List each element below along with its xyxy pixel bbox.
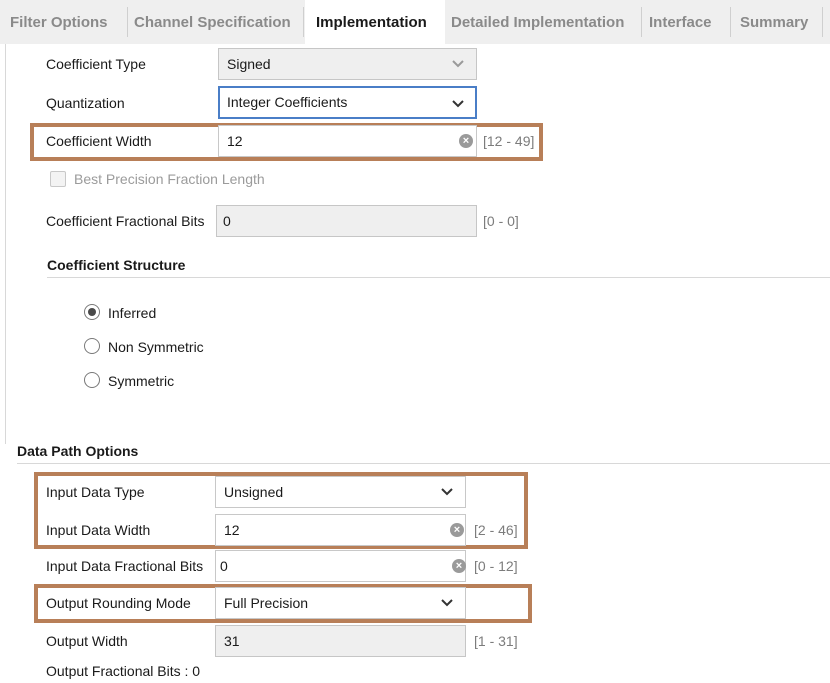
- coefficient-width-value: 12: [227, 133, 243, 149]
- input-data-type-label: Input Data Type: [46, 484, 145, 500]
- tab-divider: [822, 7, 823, 37]
- coefficient-width-input[interactable]: 12 ×: [218, 125, 477, 157]
- output-width-label: Output Width: [46, 633, 128, 649]
- coefficient-type-label: Coefficient Type: [46, 56, 146, 72]
- chevron-down-icon: [452, 100, 464, 108]
- input-data-fractional-bits-range: [0 - 12]: [474, 558, 518, 574]
- radio-non-symmetric-label: Non Symmetric: [108, 339, 204, 355]
- input-data-width-range: [2 - 46]: [474, 522, 518, 538]
- output-fractional-bits-text: Output Fractional Bits : 0: [46, 663, 201, 679]
- radio-symmetric-label: Symmetric: [108, 373, 175, 389]
- clear-icon[interactable]: ×: [459, 134, 473, 148]
- quantization-label: Quantization: [46, 95, 125, 111]
- tab-filter-options[interactable]: Filter Options: [10, 0, 108, 44]
- tab-summary[interactable]: Summary: [740, 0, 808, 44]
- tab-channel-specification[interactable]: Channel Specification: [134, 0, 291, 44]
- output-rounding-mode-select[interactable]: Full Precision: [215, 587, 466, 619]
- tab-divider: [127, 7, 128, 37]
- radio-symmetric[interactable]: [84, 372, 100, 388]
- output-rounding-mode-value: Full Precision: [224, 595, 309, 611]
- input-data-width-value: 12: [224, 522, 240, 538]
- tab-divider: [730, 7, 731, 37]
- coefficient-type-value: Signed: [227, 56, 271, 72]
- input-data-type-value: Unsigned: [224, 484, 284, 500]
- output-rounding-mode-label: Output Rounding Mode: [46, 595, 191, 611]
- quantization-select[interactable]: Integer Coefficients: [218, 86, 477, 119]
- radio-inferred-label: Inferred: [108, 305, 157, 321]
- quantization-value: Integer Coefficients: [227, 94, 348, 110]
- coefficient-width-range: [12 - 49]: [483, 133, 535, 149]
- chevron-down-icon: [452, 60, 464, 68]
- coefficient-fractional-bits-range: [0 - 0]: [483, 213, 519, 229]
- coefficient-structure-heading: Coefficient Structure: [47, 257, 186, 273]
- coefficient-fractional-bits-input: 0: [216, 205, 477, 237]
- input-data-type-select[interactable]: Unsigned: [215, 476, 466, 508]
- tab-divider: [303, 7, 304, 37]
- coefficient-width-label: Coefficient Width: [46, 133, 152, 149]
- chevron-down-icon: [441, 599, 453, 607]
- tab-implementation[interactable]: Implementation: [305, 0, 445, 44]
- best-precision-checkbox[interactable]: [50, 171, 66, 187]
- input-data-fractional-bits-value: 0: [220, 558, 228, 574]
- output-width-value: 31: [224, 633, 240, 649]
- tab-detailed-implementation[interactable]: Detailed Implementation: [451, 0, 624, 44]
- input-data-width-label: Input Data Width: [46, 522, 151, 538]
- radio-inferred[interactable]: [84, 304, 100, 320]
- output-width-range: [1 - 31]: [474, 633, 518, 649]
- coefficient-fractional-bits-value: 0: [223, 213, 231, 229]
- best-precision-label: Best Precision Fraction Length: [74, 171, 265, 187]
- data-path-options-heading: Data Path Options: [17, 443, 139, 459]
- tab-divider: [641, 7, 642, 37]
- output-width-input: 31: [215, 625, 466, 657]
- input-data-width-input[interactable]: 12 ×: [215, 514, 466, 546]
- clear-icon[interactable]: ×: [450, 523, 464, 537]
- tab-interface[interactable]: Interface: [649, 0, 712, 44]
- section-divider: [47, 277, 830, 278]
- tab-bar: Filter Options Channel Specification Imp…: [0, 0, 830, 44]
- input-data-fractional-bits-input[interactable]: 0 ×: [215, 550, 466, 582]
- section-divider: [17, 463, 830, 464]
- input-data-fractional-bits-label: Input Data Fractional Bits: [46, 558, 204, 574]
- panel-border: [5, 44, 6, 444]
- clear-icon[interactable]: ×: [452, 559, 466, 573]
- coefficient-fractional-bits-label: Coefficient Fractional Bits: [46, 213, 205, 229]
- coefficient-type-select[interactable]: Signed: [218, 48, 477, 80]
- chevron-down-icon: [441, 488, 453, 496]
- radio-non-symmetric[interactable]: [84, 338, 100, 354]
